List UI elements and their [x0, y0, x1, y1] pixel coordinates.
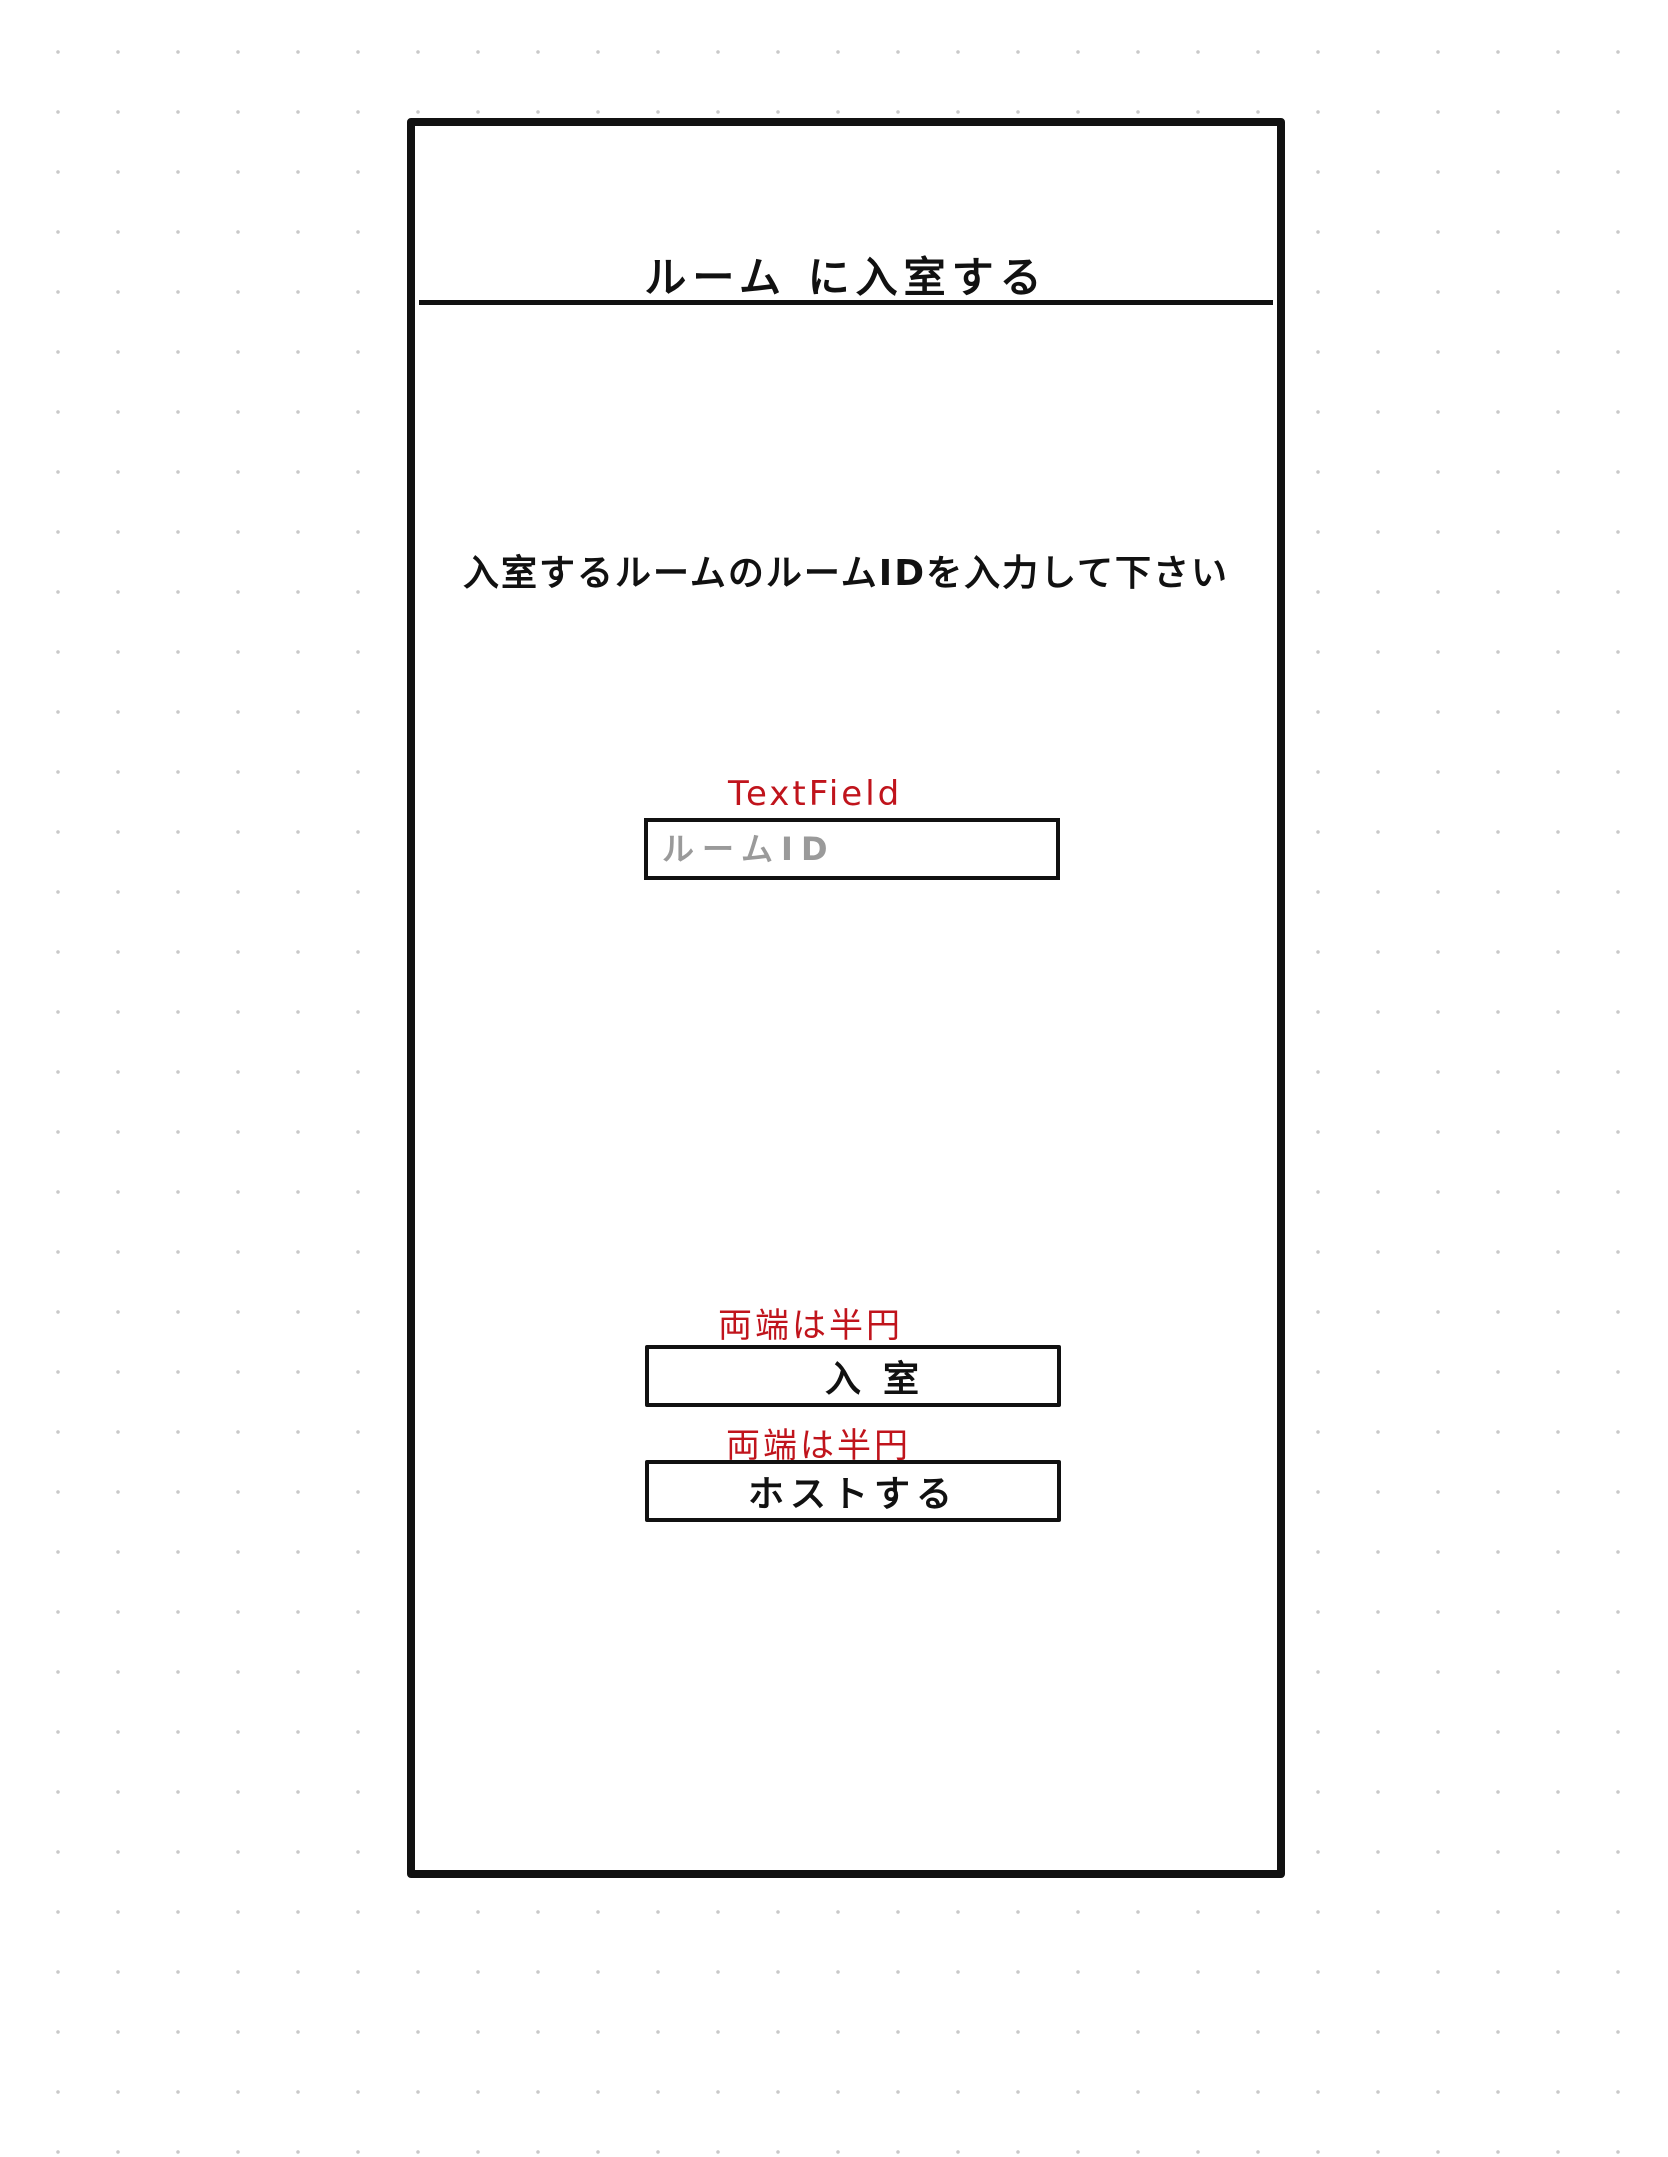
- join-button-annotation: 両端は半円: [718, 1306, 903, 1346]
- page-title: ルーム に入室する: [644, 253, 1048, 302]
- phone-screen-frame: ルーム に入室する 入室するルームのルームIDを入力して下さい TextFiel…: [407, 118, 1285, 1878]
- join-room-button-label: 入室: [824, 1359, 941, 1400]
- join-room-button[interactable]: 入室: [645, 1345, 1061, 1407]
- host-room-button[interactable]: ホストする: [645, 1460, 1061, 1522]
- room-id-input[interactable]: [644, 818, 1060, 880]
- room-id-input-annotation: TextField: [728, 774, 903, 814]
- header-divider: [419, 300, 1273, 305]
- instruction-text: 入室するルームのルームIDを入力して下さい: [462, 553, 1230, 594]
- host-room-button-label: ホストする: [747, 1474, 958, 1515]
